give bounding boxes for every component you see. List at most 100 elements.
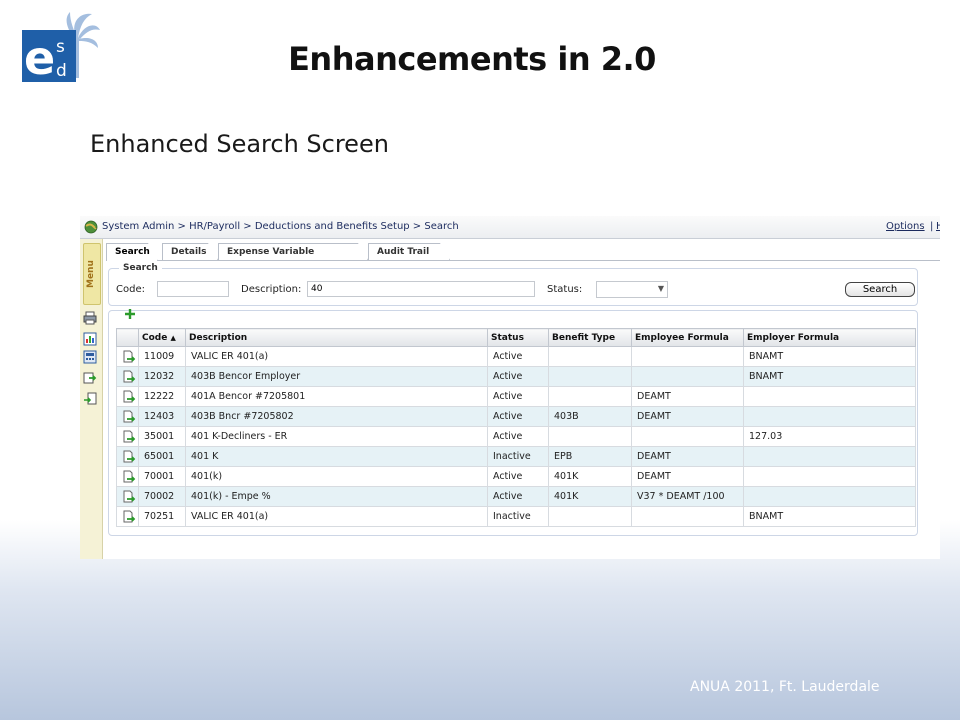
- column-header-benefit-type[interactable]: Benefit Type: [548, 328, 632, 347]
- app-screenshot: System Admin > HR/Payroll > Deductions a…: [80, 216, 940, 559]
- select-cell[interactable]: [116, 386, 139, 407]
- select-row-icon[interactable]: [122, 490, 136, 504]
- cell-status: Active: [487, 426, 549, 447]
- cell-description: 401 K: [185, 446, 488, 467]
- help-link[interactable]: H: [936, 221, 940, 232]
- column-header-employer-formula[interactable]: Employer Formula: [743, 328, 916, 347]
- cell-employer-formula: [743, 446, 916, 467]
- search-panel-legend: Search: [119, 263, 162, 273]
- cell-description: 401(k): [185, 466, 488, 487]
- tab-expense-variable-masking[interactable]: Expense Variable Masking: [218, 243, 368, 260]
- tab-details[interactable]: Details: [162, 243, 218, 260]
- options-link[interactable]: Options: [886, 221, 925, 232]
- globe-icon: [84, 220, 98, 234]
- cell-status: Active: [487, 406, 549, 427]
- cell-employer-formula: BNAMT: [743, 506, 916, 527]
- cell-benefit-type: 403B: [548, 406, 632, 427]
- doc-icon[interactable]: [83, 392, 97, 406]
- add-icon[interactable]: [124, 308, 136, 320]
- table-row[interactable]: 70251 VALIC ER 401(a) Inactive BNAMT: [116, 506, 916, 527]
- report-icon[interactable]: [83, 332, 97, 346]
- select-cell[interactable]: [116, 426, 139, 447]
- status-label: Status:: [547, 284, 583, 295]
- menu-tab[interactable]: Menu: [83, 243, 101, 305]
- table-row[interactable]: 12222 401A Bencor #7205801 Active DEAMT: [116, 386, 916, 407]
- cell-code: 65001: [138, 446, 186, 467]
- table-row[interactable]: 35001 401 K-Decliners - ER Active 127.03: [116, 426, 916, 447]
- cell-benefit-type: EPB: [548, 446, 632, 467]
- menu-label: Menu: [86, 260, 96, 288]
- cell-employee-formula: [631, 366, 744, 387]
- cell-description: 401(k) - Empe %: [185, 486, 488, 507]
- cell-employee-formula: [631, 426, 744, 447]
- select-row-icon[interactable]: [122, 350, 136, 364]
- breadcrumb-bar: System Admin > HR/Payroll > Deductions a…: [80, 216, 940, 239]
- select-cell[interactable]: [116, 506, 139, 527]
- cell-status: Active: [487, 486, 549, 507]
- select-cell[interactable]: [116, 466, 139, 487]
- cell-employee-formula: [631, 506, 744, 527]
- table-row[interactable]: 11009 VALIC ER 401(a) Active BNAMT: [116, 346, 916, 367]
- cell-description: 403B Bncr #7205802: [185, 406, 488, 427]
- sort-asc-icon: ▲: [170, 333, 176, 342]
- search-button[interactable]: Search: [845, 282, 915, 297]
- options-separator: |: [930, 221, 934, 232]
- cell-benefit-type: [548, 426, 632, 447]
- table-row[interactable]: 70002 401(k) - Empe % Active 401K V37 * DEAM…: [116, 486, 916, 507]
- cell-code: 12222: [138, 386, 186, 407]
- cell-status: Active: [487, 366, 549, 387]
- cell-employer-formula: BNAMT: [743, 366, 916, 387]
- select-row-icon[interactable]: [122, 450, 136, 464]
- column-header-employee-formula[interactable]: Employee Formula: [631, 328, 744, 347]
- cell-code: 70001: [138, 466, 186, 487]
- select-row-icon[interactable]: [122, 470, 136, 484]
- slide-title: Enhancements in 2.0: [288, 40, 656, 78]
- select-cell[interactable]: [116, 486, 139, 507]
- table-row[interactable]: 12032 403B Bencor Employer Active BNAMT: [116, 366, 916, 387]
- description-field[interactable]: [307, 281, 535, 297]
- select-row-icon[interactable]: [122, 370, 136, 384]
- select-row-icon[interactable]: [122, 410, 136, 424]
- cell-employer-formula: [743, 486, 916, 507]
- select-cell[interactable]: [116, 446, 139, 467]
- cell-code: 12403: [138, 406, 186, 427]
- slide-footer: ANUA 2011, Ft. Lauderdale: [690, 679, 880, 695]
- select-row-icon[interactable]: [122, 390, 136, 404]
- status-select[interactable]: ▼: [596, 281, 668, 298]
- table-row[interactable]: 65001 401 K Inactive EPB DEAMT: [116, 446, 916, 467]
- cell-benefit-type: 401K: [548, 486, 632, 507]
- cell-status: Active: [487, 386, 549, 407]
- cell-benefit-type: 401K: [548, 466, 632, 487]
- export-icon[interactable]: [83, 371, 97, 385]
- code-field[interactable]: [157, 281, 229, 297]
- column-header-status[interactable]: Status: [487, 328, 549, 347]
- cell-benefit-type: [548, 366, 632, 387]
- table-row[interactable]: 12403 403B Bncr #7205802 Active 403B DEAMT: [116, 406, 916, 427]
- cell-code: 70002: [138, 486, 186, 507]
- cell-status: Inactive: [487, 446, 549, 467]
- column-header-label: Code: [142, 332, 168, 343]
- column-header-description[interactable]: Description: [185, 328, 488, 347]
- select-cell[interactable]: [116, 366, 139, 387]
- cell-description: 403B Bencor Employer: [185, 366, 488, 387]
- description-label: Description:: [241, 284, 302, 295]
- cell-employer-formula: 127.03: [743, 426, 916, 447]
- tab-audit-trail[interactable]: Audit Trail: [368, 243, 450, 260]
- cell-benefit-type: [548, 506, 632, 527]
- column-header-code[interactable]: Code ▲: [138, 328, 186, 347]
- cell-employee-formula: DEAMT: [631, 446, 744, 467]
- select-cell[interactable]: [116, 346, 139, 367]
- select-row-icon[interactable]: [122, 430, 136, 444]
- select-cell[interactable]: [116, 406, 139, 427]
- breadcrumb[interactable]: System Admin > HR/Payroll > Deductions a…: [102, 221, 459, 232]
- tab-search[interactable]: Search: [106, 243, 158, 261]
- slide-subtitle: Enhanced Search Screen: [90, 130, 389, 158]
- calculator-icon[interactable]: [83, 350, 97, 364]
- cell-description: VALIC ER 401(a): [185, 346, 488, 367]
- cell-employee-formula: V37 * DEAMT /100: [631, 486, 744, 507]
- cell-employer-formula: [743, 406, 916, 427]
- table-row[interactable]: 70001 401(k) Active 401K DEAMT: [116, 466, 916, 487]
- printer-icon[interactable]: [83, 311, 97, 325]
- select-row-icon[interactable]: [122, 510, 136, 524]
- cell-benefit-type: [548, 346, 632, 367]
